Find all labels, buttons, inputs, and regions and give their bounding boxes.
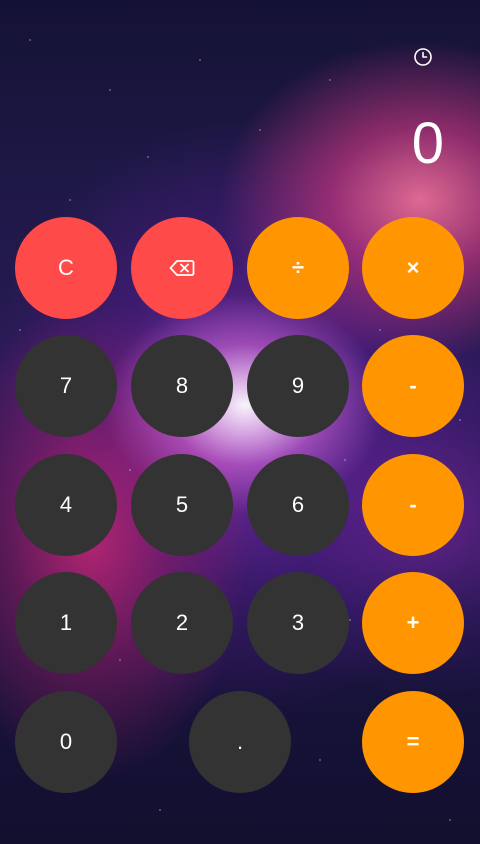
plus-button[interactable]: +: [362, 572, 464, 674]
digit-4-button[interactable]: 4: [15, 454, 117, 556]
divide-button[interactable]: ÷: [247, 217, 349, 319]
digit-2-button[interactable]: 2: [131, 572, 233, 674]
backspace-icon: [169, 260, 195, 276]
digit-1-button[interactable]: 1: [15, 572, 117, 674]
digit-5-button[interactable]: 5: [131, 454, 233, 556]
digit-7-button[interactable]: 7: [15, 335, 117, 437]
minus-button[interactable]: -: [362, 335, 464, 437]
minus-button-2[interactable]: -: [362, 454, 464, 556]
backspace-button[interactable]: [131, 217, 233, 319]
digit-9-button[interactable]: 9: [247, 335, 349, 437]
equals-button[interactable]: =: [362, 691, 464, 793]
clear-button[interactable]: C: [15, 217, 117, 319]
clock-icon: [414, 48, 432, 66]
decimal-button[interactable]: .: [189, 691, 291, 793]
result-display: 0: [411, 111, 444, 176]
digit-3-button[interactable]: 3: [247, 572, 349, 674]
digit-0-button[interactable]: 0: [15, 691, 117, 793]
history-button[interactable]: [410, 44, 436, 70]
digit-8-button[interactable]: 8: [131, 335, 233, 437]
digit-6-button[interactable]: 6: [247, 454, 349, 556]
multiply-button[interactable]: ×: [362, 217, 464, 319]
